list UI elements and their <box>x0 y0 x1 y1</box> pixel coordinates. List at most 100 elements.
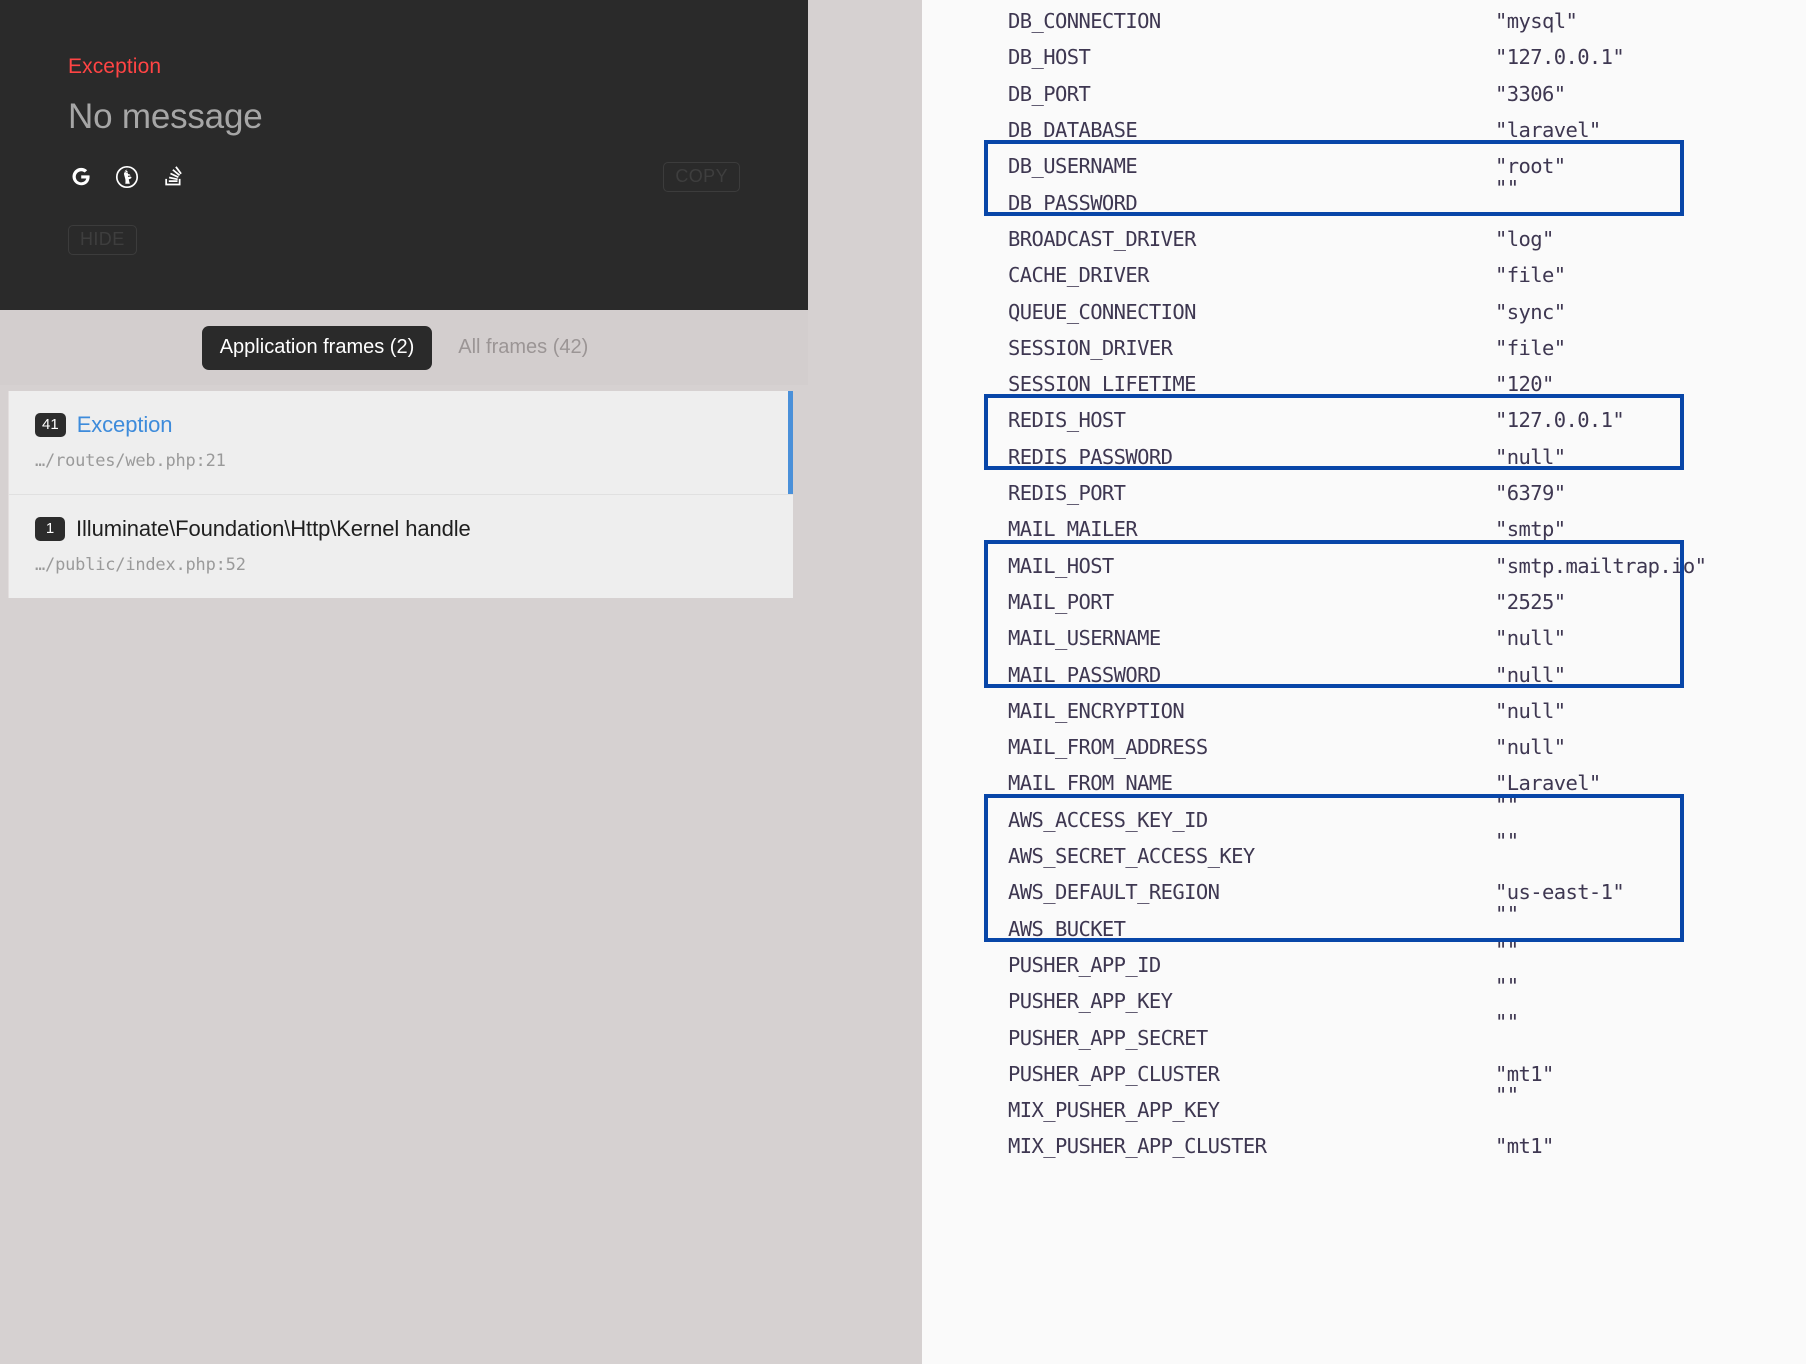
env-variable-value: "120" <box>1495 372 1554 397</box>
hide-button[interactable]: HIDE <box>68 225 137 255</box>
exception-class-name: Exception <box>68 55 162 78</box>
env-variable-name: DB_PASSWORD <box>1008 190 1138 215</box>
frame-file-path: …/public/index.php:52 <box>35 555 246 575</box>
env-row: AWS_SECRET_ACCESS_KEY "" <box>922 829 1806 874</box>
env-variable-value: "smtp" <box>1495 517 1566 542</box>
env-variable-name: DB_DATABASE <box>1008 118 1138 143</box>
search-links <box>68 164 186 190</box>
env-variable-name: MAIL_HOST <box>1008 553 1114 578</box>
env-variable-value: "null" <box>1495 626 1566 651</box>
frame-line-badge: 41 <box>35 413 66 437</box>
env-variable-value: "mysql" <box>1495 9 1578 34</box>
exception-header: Exception No message COPY HIDE <box>0 0 808 310</box>
env-row: MAIL_HOST "smtp.mailtrap.io" <box>922 548 1806 584</box>
env-variable-name: DB_PORT <box>1008 81 1091 106</box>
env-row: DB_HOST "127.0.0.1" <box>922 39 1806 75</box>
frames-tab-bar: Application frames (2) All frames (42) <box>0 310 808 385</box>
env-row: AWS_ACCESS_KEY_ID "" <box>922 793 1806 838</box>
exception-left-column: Exception No message COPY HIDE Applicati… <box>0 0 922 1364</box>
env-variable-name: DB_HOST <box>1008 45 1091 70</box>
env-variable-value: "127.0.0.1" <box>1495 408 1625 433</box>
env-row: MAIL_FROM_NAME "Laravel" <box>922 765 1806 801</box>
env-variable-value: "file" <box>1495 335 1566 360</box>
frame-line-badge: 1 <box>35 517 65 541</box>
frames-list: 41 Exception …/routes/web.php:21 1 Illum… <box>8 391 793 598</box>
env-row: MAIL_USERNAME "null" <box>922 620 1806 656</box>
env-variable-value: "6379" <box>1495 481 1566 506</box>
env-variable-value: "null" <box>1495 662 1566 687</box>
env-row: PUSHER_APP_ID "" <box>922 938 1806 983</box>
env-row: DB_DATABASE "laravel" <box>922 112 1806 148</box>
env-variable-name: MAIL_FROM_NAME <box>1008 771 1173 796</box>
env-variable-name: PUSHER_APP_CLUSTER <box>1008 1061 1220 1086</box>
env-row: REDIS_PORT "6379" <box>922 475 1806 511</box>
env-row: MAIL_FROM_ADDRESS "null" <box>922 729 1806 765</box>
duckduckgo-search-icon[interactable] <box>114 164 140 190</box>
env-variable-value: "null" <box>1495 444 1566 469</box>
env-variable-name: REDIS_PORT <box>1008 481 1126 506</box>
env-variable-name: PUSHER_APP_SECRET <box>1008 1025 1208 1050</box>
env-variable-name: AWS_DEFAULT_REGION <box>1008 880 1220 905</box>
env-variable-name: CACHE_DRIVER <box>1008 263 1150 288</box>
env-variable-name: QUEUE_CONNECTION <box>1008 299 1196 324</box>
env-row: PUSHER_APP_KEY "" <box>922 974 1806 1019</box>
google-search-icon[interactable] <box>68 164 94 190</box>
env-variable-value: "" <box>1495 1010 1519 1035</box>
exception-actions: COPY <box>68 160 740 194</box>
env-row: SESSION_LIFETIME "120" <box>922 366 1806 402</box>
env-row: DB_CONNECTION "mysql" <box>922 3 1806 39</box>
env-variable-value: "log" <box>1495 226 1554 251</box>
frame-list-item-0[interactable]: 41 Exception …/routes/web.php:21 <box>9 391 793 494</box>
env-row: REDIS_PASSWORD "null" <box>922 439 1806 475</box>
env-row: DB_PASSWORD "" <box>922 176 1806 221</box>
frame-title-row: 1 Illuminate\Foundation\Http\Kernel hand… <box>35 517 767 541</box>
tab-all-frames[interactable]: All frames (42) <box>440 326 606 370</box>
env-variable-name: AWS_SECRET_ACCESS_KEY <box>1008 844 1255 869</box>
frame-name[interactable]: Exception <box>77 414 173 436</box>
env-row: MAIL_MAILER "smtp" <box>922 511 1806 547</box>
frame-list-item-1[interactable]: 1 Illuminate\Foundation\Http\Kernel hand… <box>9 494 793 598</box>
env-row: DB_PORT "3306" <box>922 76 1806 112</box>
copy-button[interactable]: COPY <box>663 162 740 192</box>
env-variable-name: MIX_PUSHER_APP_CLUSTER <box>1008 1134 1267 1159</box>
env-variable-value: "" <box>1495 974 1519 999</box>
env-variable-value: "" <box>1495 937 1519 962</box>
env-row: DB_USERNAME "root" <box>922 148 1806 184</box>
env-variable-name: DB_USERNAME <box>1008 154 1138 179</box>
tab-application-frames[interactable]: Application frames (2) <box>201 325 433 370</box>
env-variable-value: "laravel" <box>1495 118 1601 143</box>
env-row: MAIL_ENCRYPTION "null" <box>922 693 1806 729</box>
stackoverflow-search-icon[interactable] <box>160 164 186 190</box>
env-variable-name: PUSHER_APP_KEY <box>1008 989 1173 1014</box>
env-variable-value: "null" <box>1495 698 1566 723</box>
env-variable-value: "sync" <box>1495 299 1566 324</box>
env-variable-value: "" <box>1495 792 1519 817</box>
env-row: MIX_PUSHER_APP_CLUSTER "mt1" <box>922 1128 1806 1164</box>
env-variable-name: AWS_ACCESS_KEY_ID <box>1008 807 1208 832</box>
env-row: MAIL_PASSWORD "null" <box>922 656 1806 692</box>
env-row: SESSION_DRIVER "file" <box>922 330 1806 366</box>
env-row: CACHE_DRIVER "file" <box>922 257 1806 293</box>
env-row: MAIL_PORT "2525" <box>922 584 1806 620</box>
frame-file-path: …/routes/web.php:21 <box>35 451 226 471</box>
environment-variables-panel: DB_CONNECTION "mysql" DB_HOST "127.0.0.1" DB… <box>922 0 1806 1364</box>
env-variable-name: REDIS_HOST <box>1008 408 1126 433</box>
env-variable-value: "" <box>1495 1083 1519 1107</box>
env-variable-value: "smtp.mailtrap.io" <box>1495 553 1707 578</box>
exception-message: No message <box>68 97 263 136</box>
env-variable-name: MAIL_MAILER <box>1008 517 1138 542</box>
ignition-error-page: Exception No message COPY HIDE Applicati… <box>0 0 1806 1364</box>
env-variable-value: "127.0.0.1" <box>1495 45 1625 70</box>
env-row: AWS_DEFAULT_REGION "us-east-1" <box>922 874 1806 910</box>
env-variable-name: MAIL_ENCRYPTION <box>1008 698 1185 723</box>
env-row: MIX_PUSHER_APP_KEY "" <box>922 1083 1806 1128</box>
env-variable-name: AWS_BUCKET <box>1008 916 1126 941</box>
env-variable-name: SESSION_LIFETIME <box>1008 372 1196 397</box>
env-variable-name: MAIL_PASSWORD <box>1008 662 1161 687</box>
env-variable-value: "2525" <box>1495 589 1566 614</box>
env-variable-value: "" <box>1495 828 1519 853</box>
env-variable-value: "" <box>1495 901 1519 926</box>
env-variable-name: MAIL_PORT <box>1008 589 1114 614</box>
env-variable-value: "3306" <box>1495 81 1566 106</box>
frame-name[interactable]: Illuminate\Foundation\Http\Kernel handle <box>76 518 471 540</box>
